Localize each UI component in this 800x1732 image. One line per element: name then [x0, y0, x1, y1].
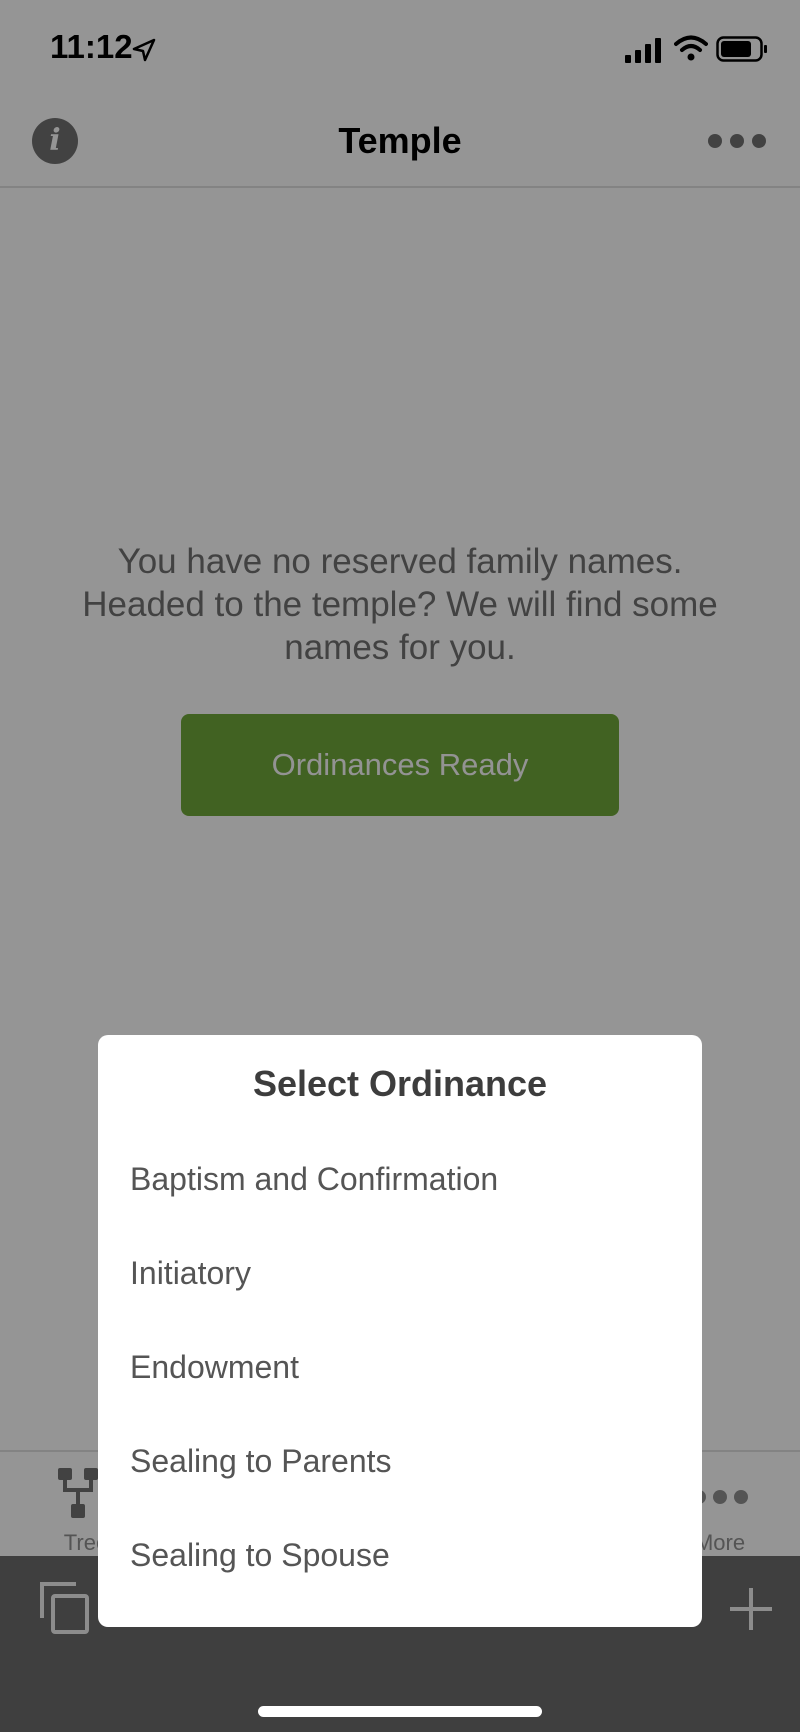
select-ordinance-dialog: Select Ordinance Baptism and Confirmatio… — [98, 1035, 702, 1627]
option-sealing-to-spouse[interactable]: Sealing to Spouse — [130, 1520, 670, 1590]
plus-icon[interactable] — [728, 1586, 774, 1632]
option-initiatory[interactable]: Initiatory — [130, 1238, 670, 1308]
option-sealing-to-parents[interactable]: Sealing to Parents — [130, 1426, 670, 1496]
option-baptism-and-confirmation[interactable]: Baptism and Confirmation — [130, 1144, 670, 1214]
home-indicator[interactable] — [258, 1706, 542, 1717]
option-endowment[interactable]: Endowment — [130, 1332, 670, 1402]
copy-icon[interactable] — [38, 1580, 92, 1636]
dialog-title: Select Ordinance — [252, 1063, 548, 1104]
